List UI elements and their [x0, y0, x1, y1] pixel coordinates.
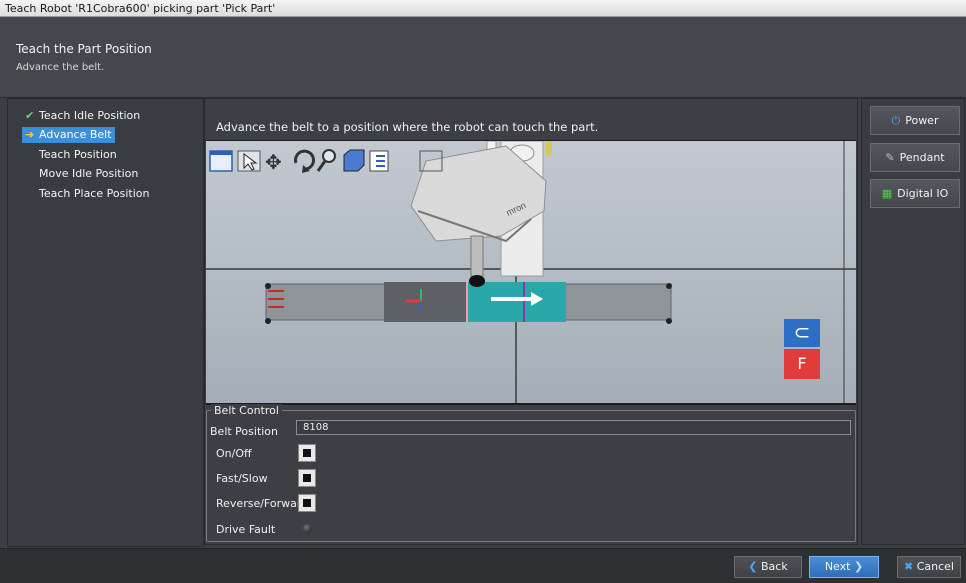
view-cube-front[interactable]: F	[784, 349, 820, 379]
back-label: Back	[761, 560, 788, 573]
svg-text:✥: ✥	[265, 150, 282, 174]
next-button[interactable]: Next ❯	[809, 556, 879, 578]
belt-corner	[666, 318, 672, 324]
digital-io-button[interactable]: ▦ Digital IO	[870, 179, 960, 208]
drive-fault-label: Drive Fault	[216, 523, 276, 536]
select-pointer-icon[interactable]	[237, 150, 261, 172]
drive-fault-indicator	[303, 524, 312, 533]
belt-position-field: 8108	[296, 420, 851, 435]
pendant-icon: ✎	[885, 151, 895, 164]
belt-position-value: 8108	[303, 422, 329, 433]
step-label: Teach Idle Position	[39, 109, 141, 122]
window-title-bar: Teach Robot 'R1Cobra600' picking part 'P…	[0, 0, 966, 17]
step-label: Teach Position	[39, 148, 117, 161]
power-label: Power	[905, 114, 939, 127]
next-label: Next	[824, 560, 851, 573]
belt-position-label: Belt Position	[210, 425, 279, 438]
power-button[interactable]: ⏻ Power	[870, 106, 960, 135]
pendant-button[interactable]: ✎ Pendant	[870, 143, 960, 172]
page-subtitle: Advance the belt.	[16, 62, 105, 73]
view-cube-top[interactable]: ⊂	[784, 319, 820, 347]
3d-viewport[interactable]: mron ✥ ⊂ F	[206, 140, 856, 405]
reverse-forward-label: Reverse/Forward	[216, 497, 309, 510]
instruction-text: Advance the belt to a position where the…	[216, 120, 599, 134]
on-off-label: On/Off	[216, 447, 252, 460]
page-title: Teach the Part Position	[16, 42, 152, 56]
arrow-right-icon: ➔	[25, 128, 35, 141]
viewport-scene: mron ✥	[206, 141, 856, 403]
back-button[interactable]: ❮ Back	[734, 556, 802, 578]
step-teach-place-position[interactable]: Teach Place Position	[22, 186, 152, 202]
step-move-idle-position[interactable]: Move Idle Position	[22, 166, 141, 182]
reverse-forward-toggle[interactable]	[298, 494, 316, 512]
belt-window-region	[384, 282, 466, 322]
digital-io-icon: ▦	[881, 187, 893, 200]
pan-icon[interactable]: ✥	[265, 150, 282, 174]
solid-view-icon[interactable]	[343, 149, 365, 172]
chevron-left-icon: ❮	[748, 560, 758, 573]
step-advance-belt[interactable]: ➔ Advance Belt	[22, 127, 115, 143]
cancel-label: Cancel	[916, 560, 954, 573]
view-frame-icon[interactable]	[209, 150, 233, 172]
cancel-button[interactable]: ✖ Cancel	[897, 556, 961, 578]
fast-slow-label: Fast/Slow	[216, 472, 268, 485]
belt-corner	[666, 283, 672, 289]
wizard-header: Teach the Part Position Advance the belt…	[0, 17, 966, 98]
chevron-right-icon: ❯	[853, 560, 864, 573]
step-teach-idle-position[interactable]: ✔ Teach Idle Position	[22, 108, 143, 124]
step-label: Teach Place Position	[39, 187, 150, 200]
step-label: Move Idle Position	[39, 167, 139, 180]
step-label: Advance Belt	[39, 128, 112, 141]
view-cube-top-label: ⊂	[793, 320, 811, 344]
close-icon: ✖	[904, 560, 914, 573]
belt-control-legend: Belt Control	[211, 404, 282, 417]
belt-corner	[265, 283, 271, 289]
window-title: Teach Robot 'R1Cobra600' picking part 'P…	[5, 2, 276, 15]
belt-corner	[265, 318, 271, 324]
power-icon: ⏻	[891, 114, 901, 127]
pendant-label: Pendant	[899, 151, 945, 164]
view-cube-front-label: F	[797, 354, 807, 373]
on-off-toggle[interactable]	[298, 444, 316, 462]
part-highlight[interactable]	[466, 282, 566, 322]
check-icon: ✔	[25, 109, 35, 122]
digital-io-label: Digital IO	[897, 187, 949, 200]
fast-slow-toggle[interactable]	[298, 469, 316, 487]
step-teach-position[interactable]: Teach Position	[22, 147, 120, 163]
properties-icon[interactable]	[369, 150, 389, 172]
